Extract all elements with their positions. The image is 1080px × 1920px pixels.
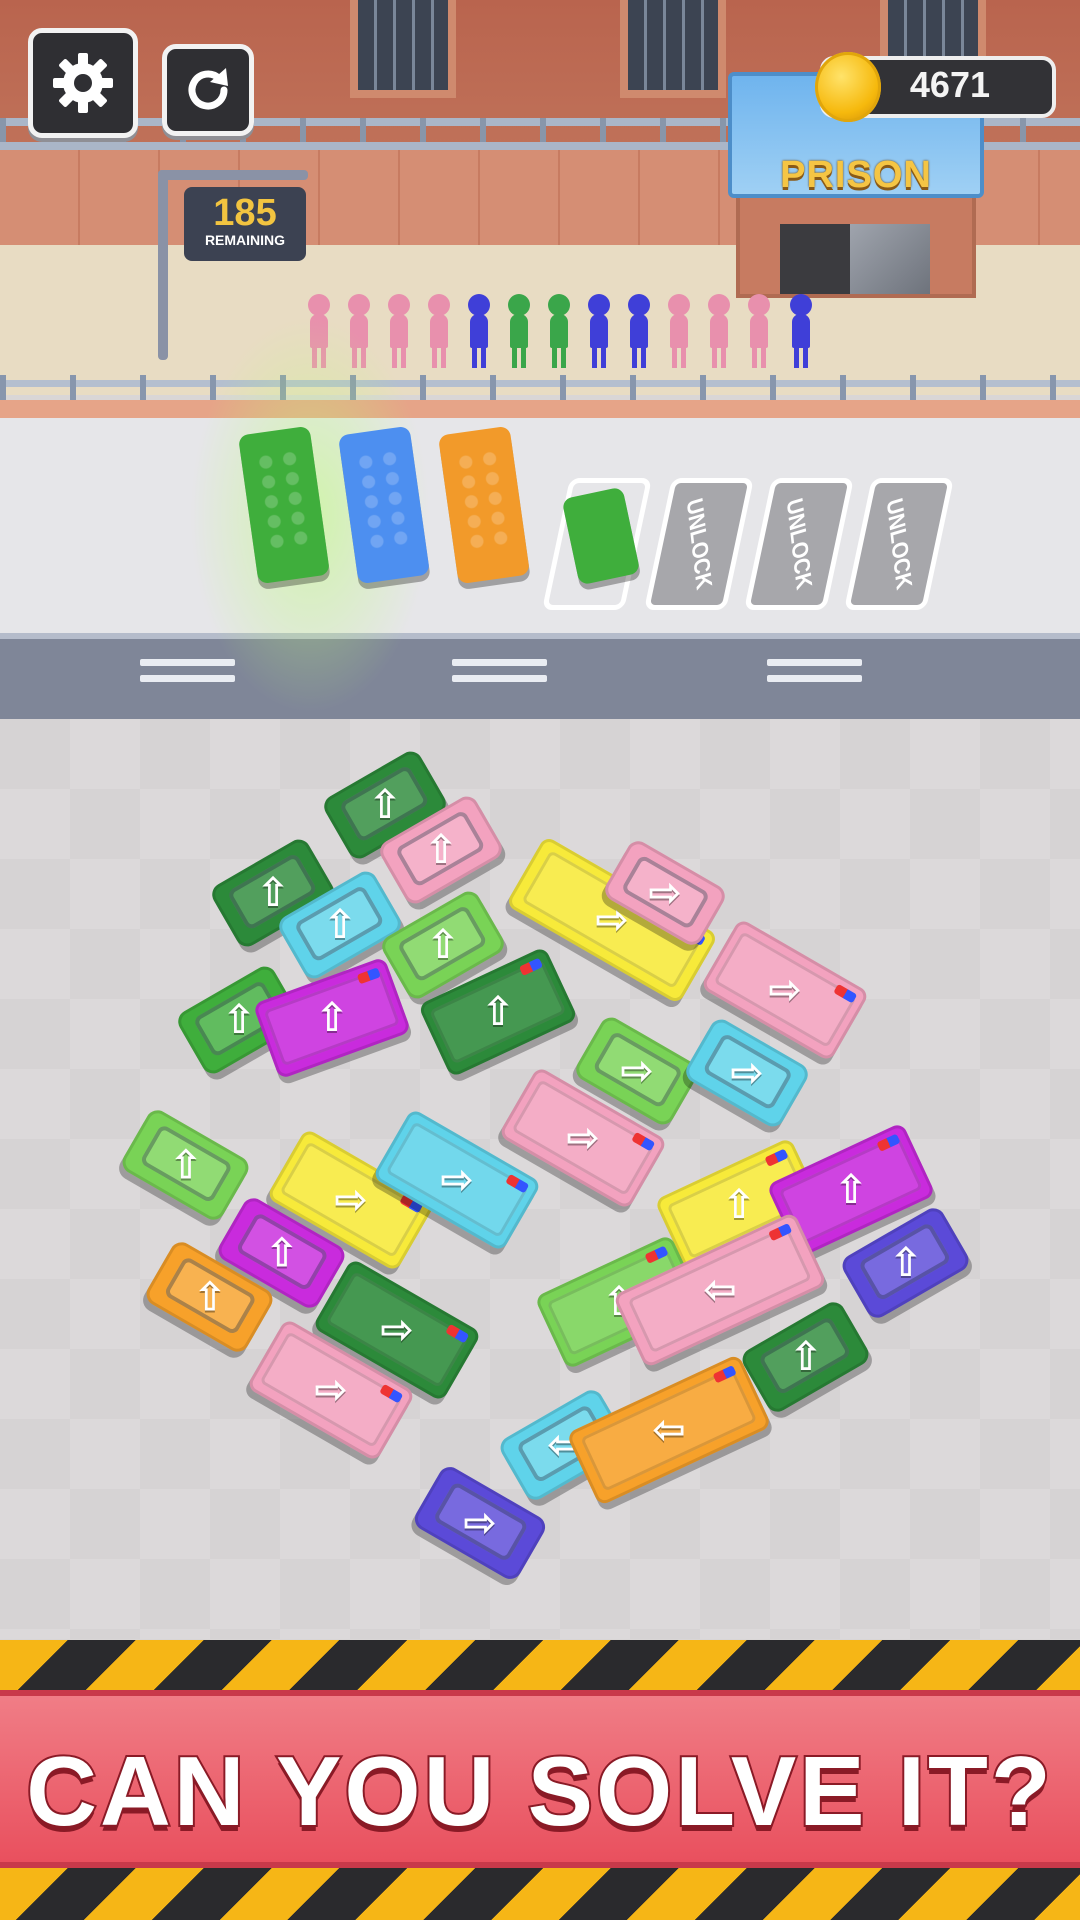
prisoner (628, 294, 650, 368)
gold-coin-icon (815, 52, 881, 122)
direction-arrow-icon: ⇧ (481, 989, 515, 1035)
gear-icon (53, 53, 113, 113)
remaining-count: 185 (213, 192, 277, 234)
direction-arrow-icon: ⇨ (463, 1500, 497, 1546)
remaining-label: REMAINING (204, 232, 286, 248)
hazard-stripe-bottom (0, 1868, 1080, 1920)
bus-seats (452, 447, 515, 553)
lane-marking (767, 659, 862, 666)
direction-arrow-icon: ⇨ (648, 870, 682, 916)
curb (0, 400, 1080, 418)
game-scene: PRISON 185 REMAINING UNLOCK UNLOCK UNLOC… (0, 0, 1080, 1920)
restart-icon (188, 68, 228, 110)
direction-arrow-icon: ⇧ (788, 1334, 823, 1380)
direction-arrow-icon: ⇧ (256, 870, 290, 916)
prisoner (588, 294, 610, 368)
coin-amount: 4671 (909, 64, 990, 105)
restart-button[interactable] (162, 44, 254, 136)
prisoner (668, 294, 690, 368)
lane-marking (767, 675, 862, 682)
direction-arrow-icon: ⇧ (426, 922, 460, 968)
unlock-label: UNLOCK (881, 495, 918, 593)
hazard-stripe-top (0, 1640, 1080, 1692)
direction-arrow-icon: ⇧ (888, 1240, 923, 1286)
direction-arrow-icon: ⇦ (703, 1267, 737, 1313)
prisoner (790, 294, 812, 368)
window (620, 0, 726, 98)
prisoner (548, 294, 570, 368)
direction-arrow-icon: ⇧ (192, 1274, 227, 1320)
banner-title: CAN YOU SOLVE IT? (24, 1734, 1054, 1848)
unlock-label: UNLOCK (781, 495, 818, 593)
direction-arrow-icon: ⇨ (620, 1048, 654, 1094)
prisoner (748, 294, 770, 368)
direction-arrow-icon: ⇧ (722, 1182, 756, 1228)
window (350, 0, 456, 98)
prison-sign-text: PRISON (780, 154, 932, 196)
direction-arrow-icon: ⇧ (323, 902, 357, 948)
sign-pole-arm (158, 170, 308, 180)
unlock-label: UNLOCK (681, 495, 718, 593)
direction-arrow-icon: ⇧ (222, 997, 256, 1043)
prisoner (468, 294, 490, 368)
direction-arrow-icon: ⇧ (368, 782, 402, 828)
direction-arrow-icon: ⇨ (566, 1115, 600, 1161)
remaining-counter: 185 REMAINING (184, 187, 306, 261)
direction-arrow-icon: ⇧ (315, 995, 349, 1041)
direction-arrow-icon: ⇨ (314, 1367, 348, 1413)
bus-seats (352, 447, 415, 553)
prisoner (708, 294, 730, 368)
direction-arrow-icon: ⇨ (334, 1177, 368, 1223)
lane-marking (452, 659, 547, 666)
direction-arrow-icon: ⇨ (380, 1307, 414, 1353)
direction-arrow-icon: ⇧ (168, 1142, 203, 1188)
direction-arrow-icon: ⇧ (834, 1167, 868, 1213)
direction-arrow-icon: ⇨ (440, 1157, 474, 1203)
lane-marking (452, 675, 547, 682)
direction-arrow-icon: ⇨ (730, 1050, 764, 1096)
direction-arrow-icon: ⇦ (652, 1407, 686, 1453)
direction-arrow-icon: ⇧ (264, 1230, 299, 1276)
settings-button[interactable] (28, 28, 138, 138)
direction-arrow-icon: ⇨ (768, 967, 802, 1013)
direction-arrow-icon: ⇧ (424, 827, 458, 873)
prison-door (780, 224, 930, 294)
bus-seats (252, 447, 315, 553)
prisoner (508, 294, 530, 368)
sign-pole (158, 170, 168, 360)
road (0, 633, 1080, 725)
